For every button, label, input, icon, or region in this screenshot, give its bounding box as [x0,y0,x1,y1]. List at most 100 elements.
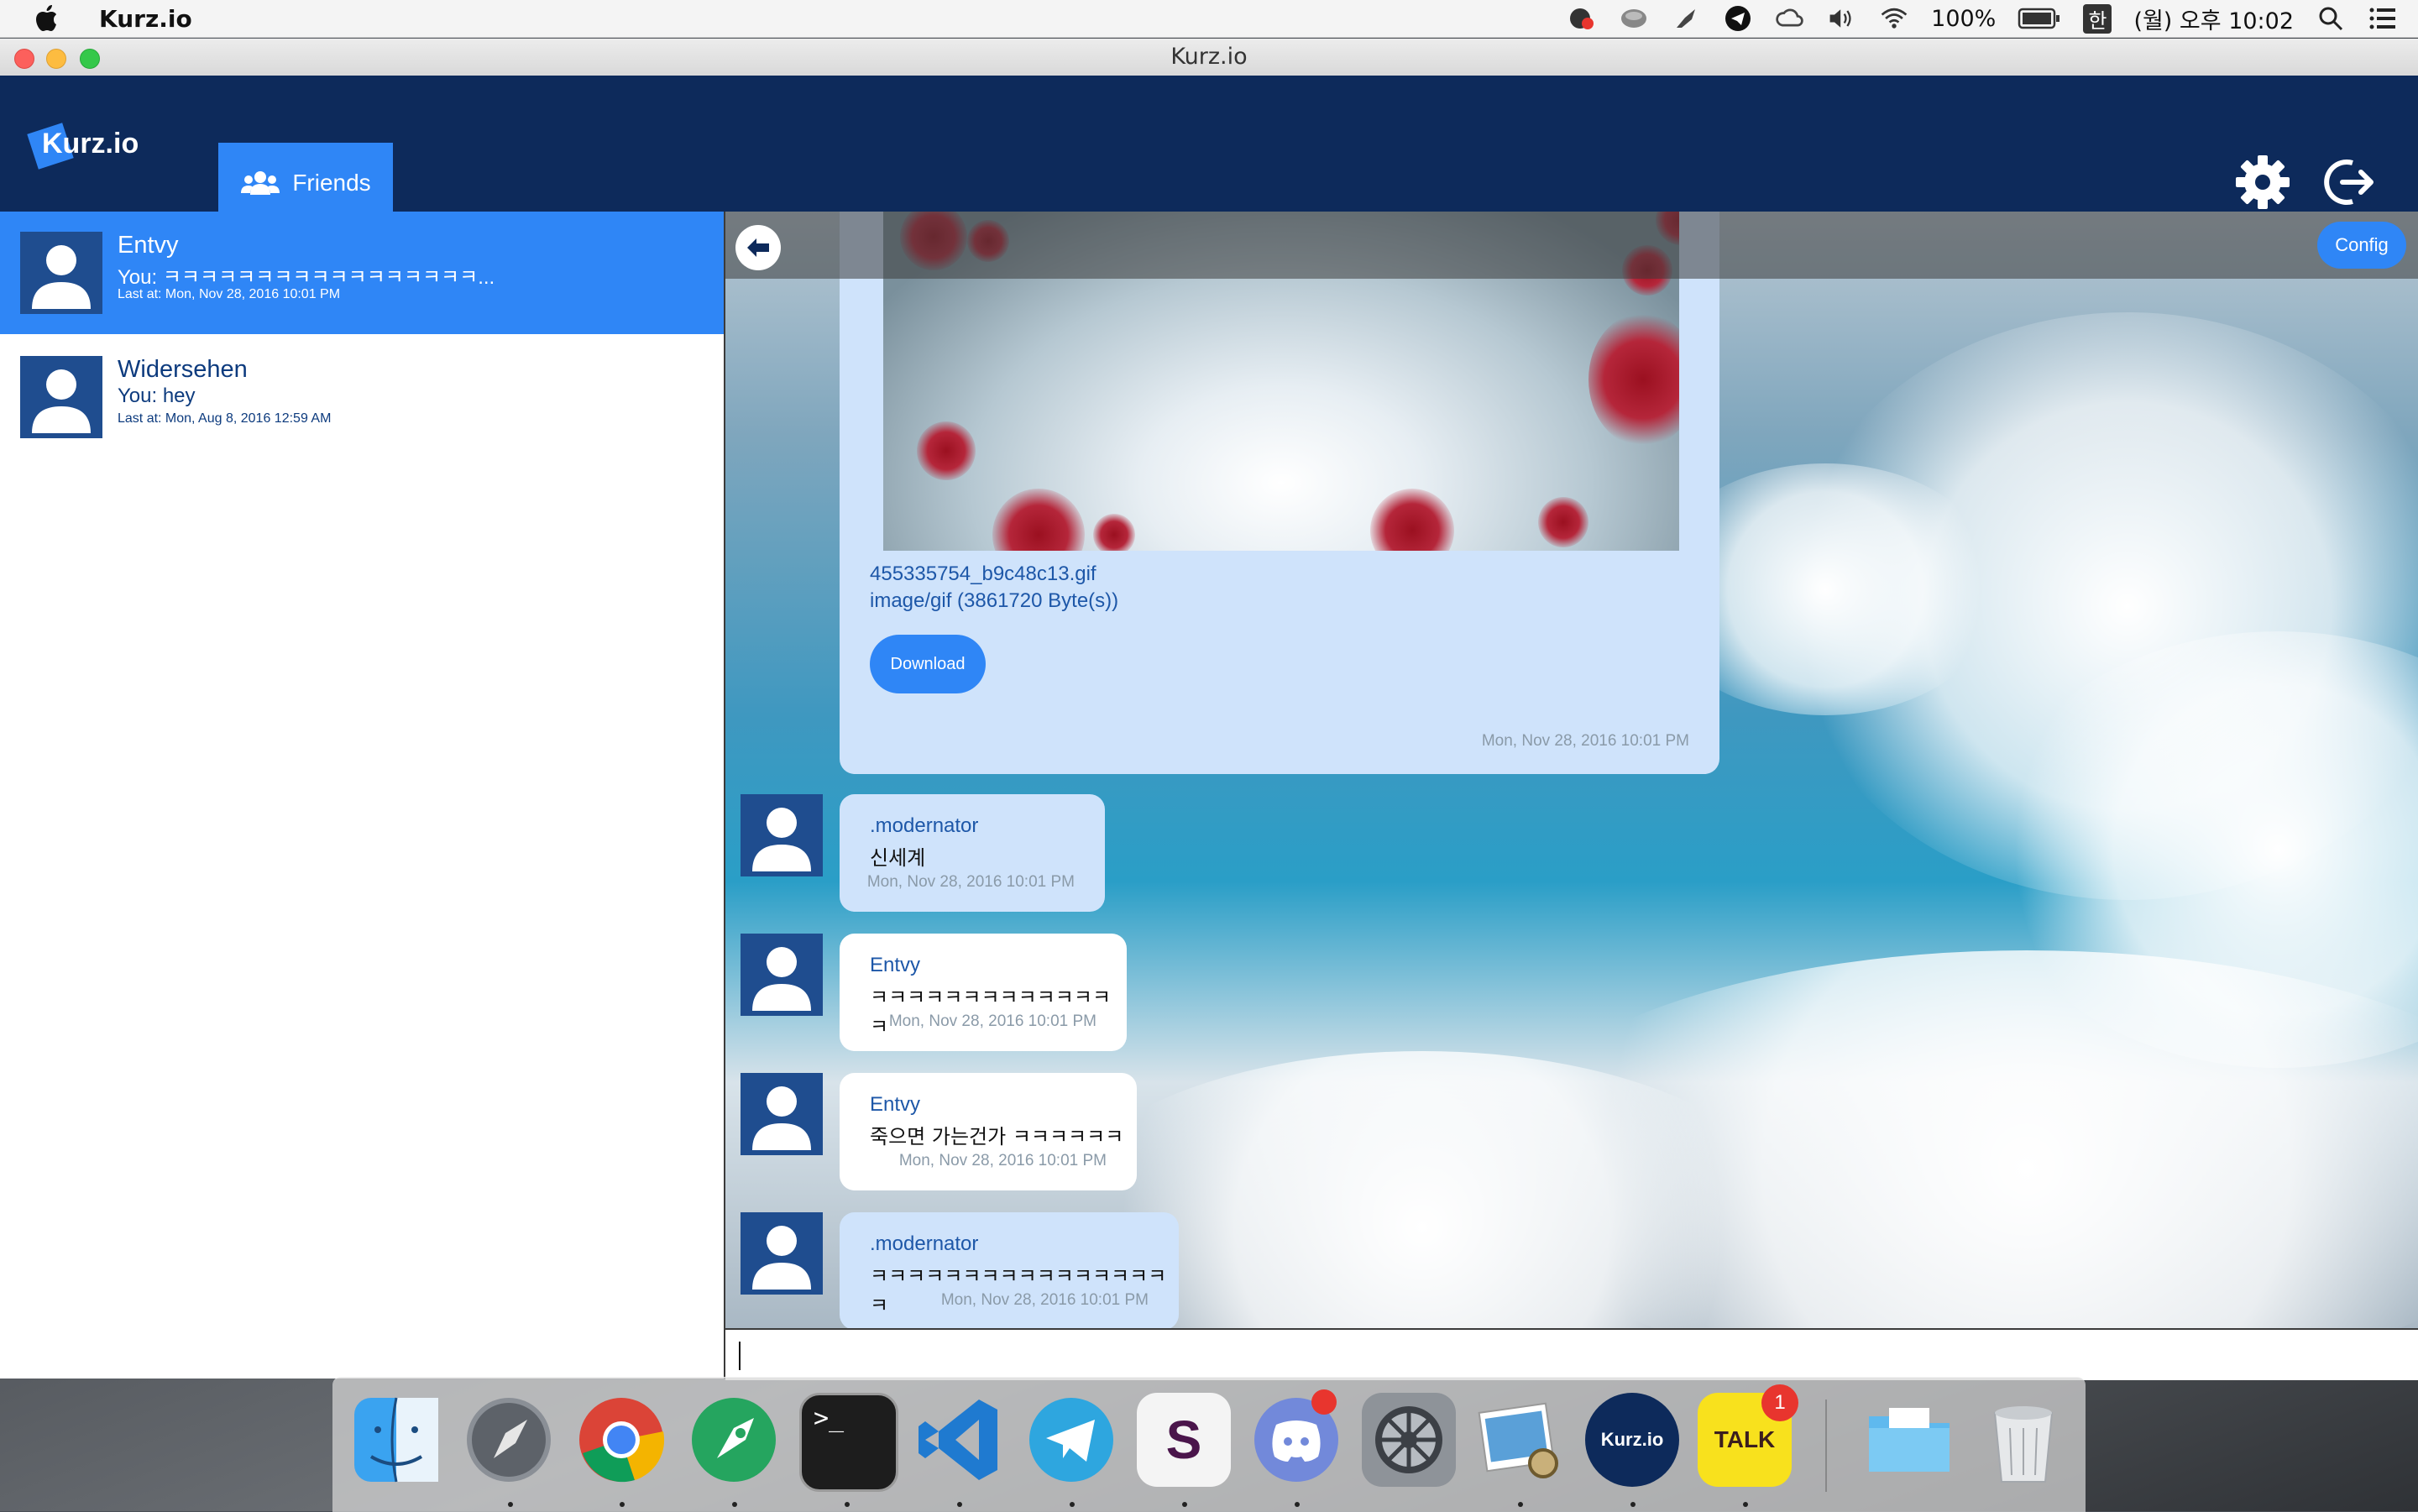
dock-discord[interactable] [1249,1389,1343,1487]
spotlight-search-icon[interactable] [2316,3,2346,34]
running-indicator [1630,1502,1636,1507]
download-button[interactable]: Download [870,635,986,693]
avatar[interactable] [741,1073,823,1155]
dock-chrome[interactable] [574,1393,668,1487]
running-indicator [1295,1502,1300,1507]
dock-terminal[interactable]: >_ [799,1393,898,1492]
telegram-menu-icon[interactable] [1723,3,1753,34]
avatar[interactable] [741,794,823,876]
kurzio-logo[interactable]: Kurz.io [27,119,139,173]
trash-icon [1993,1406,2054,1483]
dock-kurzio[interactable]: Kurz.io [1585,1393,1679,1487]
dock-finder[interactable] [349,1393,443,1487]
dock-trash[interactable] [1976,1393,2070,1487]
dock-vscode[interactable] [912,1393,1006,1487]
friend-list: Entvy You: ㅋㅋㅋㅋㅋㅋㅋㅋㅋㅋㅋㅋㅋㅋㅋㅋㅋ... Last at:… [0,212,725,1379]
apple-menu-icon[interactable] [34,4,59,33]
app-window: Kurz.io Kurz.io Friends Entvy You: ㅋㅋㅋㅋㅋ… [0,39,2418,1380]
user-icon [752,1086,811,1150]
chat-toolbar: Config [725,212,2418,279]
running-indicator [620,1502,625,1507]
running-indicator [845,1502,850,1507]
battery-percent: 100% [1931,5,1997,32]
running-indicator [1182,1502,1187,1507]
menu-app-name[interactable]: Kurz.io [99,5,192,33]
running-indicator [732,1502,737,1507]
logo-text: Kurz.io [42,128,139,160]
menu-clock[interactable]: (월) 오후 10:02 [2133,3,2294,35]
terminal-icon: >_ [814,1404,845,1433]
system-preferences-icon [1375,1406,1442,1473]
chat-message: .modernator 신세계 Mon, Nov 28, 2016 10:01 … [840,794,1105,912]
drive-icon[interactable] [1619,3,1649,34]
creative-cloud-icon[interactable] [1775,3,1805,34]
friend-preview: You: hey [118,385,196,407]
user-icon [752,947,811,1011]
dock-preview[interactable] [1473,1393,1567,1487]
friend-last-time: Last at: Mon, Aug 8, 2016 12:59 AM [118,411,332,426]
message-time: Mon, Nov 28, 2016 10:01 PM [940,1291,1149,1309]
avatar [20,232,102,314]
friend-item-entvy[interactable]: Entvy You: ㅋㅋㅋㅋㅋㅋㅋㅋㅋㅋㅋㅋㅋㅋㅋㅋㅋ... Last at:… [0,212,724,334]
rocket-menu-icon[interactable] [1671,3,1701,34]
volume-icon[interactable] [1827,3,1857,34]
chat-message: Entvy 죽으면 가는건가 ㅋㅋㅋㅋㅋㅋ Mon, Nov 28, 2016 … [840,1073,1137,1190]
battery-icon[interactable] [2018,3,2061,34]
dock-rocket-app[interactable] [687,1393,781,1487]
vscode-icon [919,1400,997,1480]
user-icon [32,245,91,309]
app-header: Kurz.io Friends [0,76,2418,223]
wifi-icon[interactable] [1879,3,1909,34]
dock-launchpad[interactable] [462,1393,556,1487]
chat-message: Entvy ㅋㅋㅋㅋㅋㅋㅋㅋㅋㅋㅋㅋㅋㅋ Mon, Nov 28, 2016 1… [840,934,1127,1051]
notification-app-icon[interactable] [1567,3,1597,34]
user-icon [752,808,811,871]
settings-gear-icon[interactable] [2233,153,2292,212]
friend-preview: You: ㅋㅋㅋㅋㅋㅋㅋㅋㅋㅋㅋㅋㅋㅋㅋㅋㅋ... [118,266,495,289]
message-text: 죽으면 가는건가 ㅋㅋㅋㅋㅋㅋ [870,1125,1124,1148]
friend-name: Entvy [118,232,179,259]
message-text: 신세계 [870,846,926,870]
message-author[interactable]: Entvy [870,954,920,977]
attachment-message: 455335754_b9c48c13.gif image/gif (386172… [840,212,1719,774]
window-titlebar[interactable]: Kurz.io [0,39,2418,76]
input-source-indicator[interactable]: 한 [2083,3,2112,34]
message-input[interactable] [725,1328,2418,1380]
dock-telegram[interactable] [1024,1393,1118,1487]
message-author[interactable]: .modernator [870,814,978,838]
text-caret [739,1342,741,1370]
notification-badge [1311,1389,1337,1415]
dock-folder[interactable] [1862,1393,1956,1487]
avatar [20,356,102,438]
message-author[interactable]: .modernator [870,1232,978,1256]
preview-icon [1478,1402,1558,1478]
message-time: Mon, Nov 28, 2016 10:01 PM [888,1012,1096,1030]
message-time: Mon, Nov 28, 2016 10:01 PM [866,873,1075,891]
dock-slack[interactable]: S [1137,1393,1231,1487]
telegram-icon [1029,1398,1113,1482]
avatar[interactable] [741,934,823,1016]
friend-item-widersehen[interactable]: Widersehen You: hey Last at: Mon, Aug 8,… [0,336,724,458]
dock-system-preferences[interactable] [1362,1393,1456,1487]
logout-icon[interactable] [2319,153,2378,212]
notification-badge: 1 [1761,1384,1798,1421]
arrow-left-icon [747,238,769,257]
attachment-file-name[interactable]: 455335754_b9c48c13.gif [870,562,1096,586]
rocket-app-icon [692,1398,776,1482]
user-icon [752,1226,811,1290]
launchpad-icon [467,1398,551,1482]
user-icon [32,369,91,433]
avatar[interactable] [741,1212,823,1295]
dock-separator [1825,1400,1827,1492]
dock-kakaotalk[interactable]: TALK 1 [1698,1384,1798,1487]
friend-last-time: Last at: Mon, Nov 28, 2016 10:01 PM [118,287,341,301]
notification-center-icon[interactable] [2368,3,2398,34]
kurzio-icon: Kurz.io [1600,1429,1664,1450]
message-time: Mon, Nov 28, 2016 10:01 PM [1481,732,1689,750]
folder-icon [1869,1408,1950,1472]
menu-bar: Kurz.io 100% 한 (월) 오후 10:02 [0,0,2418,38]
config-button[interactable]: Config [2317,222,2406,269]
back-button[interactable] [735,225,781,270]
message-author[interactable]: Entvy [870,1093,920,1117]
chat-panel[interactable]: 455335754_b9c48c13.gif image/gif (386172… [725,212,2418,1328]
